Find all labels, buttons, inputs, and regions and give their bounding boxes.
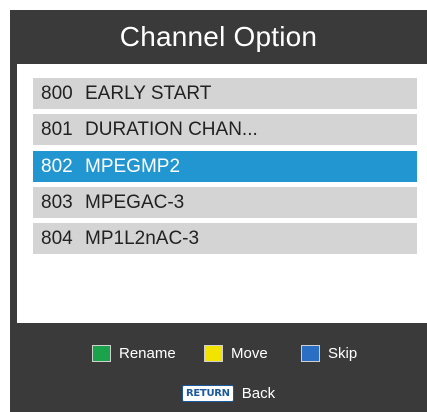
legend-rename[interactable]: Rename (92, 344, 176, 362)
dialog-title: Channel Option (119, 21, 318, 52)
legend-move[interactable]: Move (204, 344, 268, 362)
return-key-icon: RETURN (182, 385, 234, 402)
blue-key-icon (301, 344, 320, 362)
return-back-hint[interactable]: RETURN Back (182, 385, 275, 402)
channel-number: 804 (41, 228, 73, 249)
channel-name: MPEGAC-3 (85, 192, 185, 213)
channel-number: 803 (41, 192, 73, 213)
channel-name: EARLY START (85, 83, 212, 104)
channel-name: MPEGMP2 (85, 156, 181, 177)
legend-skip[interactable]: Skip (301, 344, 357, 362)
channel-row[interactable]: 803 MPEGAC-3 (33, 187, 417, 218)
channel-name: DURATION CHAN... (85, 119, 258, 140)
channel-row[interactable]: 800 EARLY START (33, 78, 417, 109)
channel-row[interactable]: 804 MP1L2nAC-3 (33, 223, 417, 254)
channel-number: 800 (41, 83, 73, 104)
green-key-icon (92, 344, 111, 362)
channel-number: 802 (41, 156, 73, 177)
legend-skip-label: Skip (328, 344, 358, 362)
channel-number: 801 (41, 119, 73, 140)
channel-row[interactable]: 801 DURATION CHAN... (33, 114, 417, 145)
channel-list: 800 EARLY START 801 DURATION CHAN... 802 MP… (17, 64, 427, 323)
legend-move-label: Move (231, 344, 268, 362)
legend-rename-label: Rename (119, 344, 176, 362)
back-label: Back (241, 385, 276, 402)
channel-row-selected[interactable]: 802 MPEGMP2 (33, 151, 417, 182)
channel-option-dialog: Channel Option 800 EARLY START 801 DURATIO… (10, 10, 427, 412)
channel-name: MP1L2nAC-3 (85, 228, 200, 249)
yellow-key-icon (204, 344, 223, 362)
